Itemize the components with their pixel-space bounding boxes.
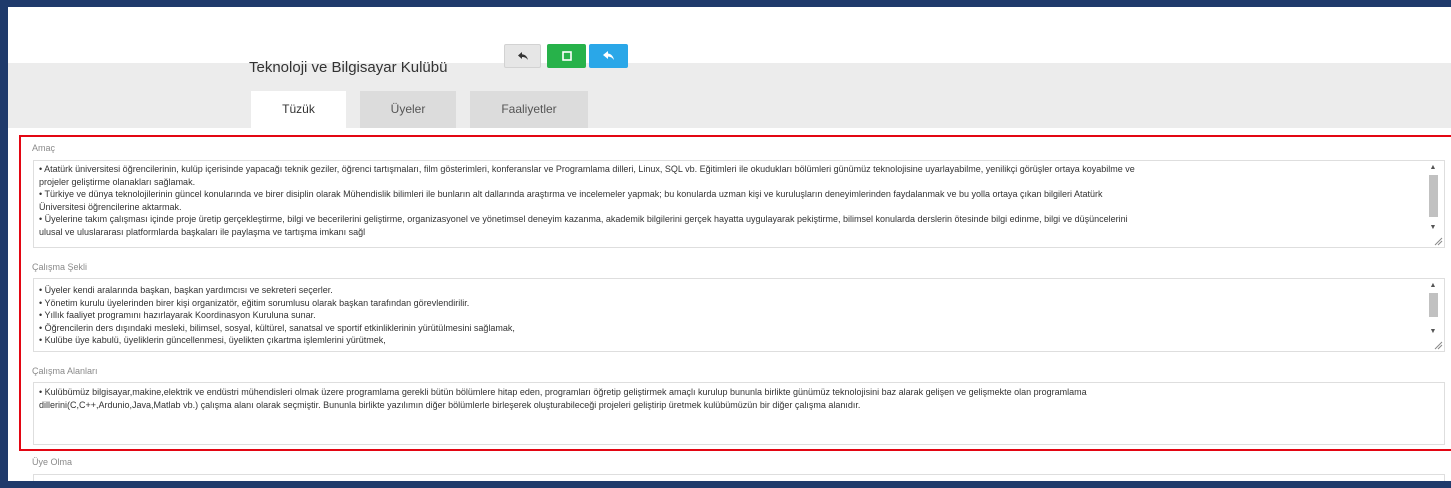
- scroll-down-icon[interactable]: ▼: [1427, 327, 1439, 337]
- calisma-sekli-text: • Üyeler kendi aralarında başkan, başkan…: [34, 279, 1444, 347]
- text-line: • Yönetim kurulu üyelerinden birer kişi …: [39, 297, 470, 308]
- share-arrow-icon: [603, 51, 614, 61]
- tab-faaliyetler[interactable]: Faaliyetler: [470, 91, 588, 128]
- resize-grip-icon[interactable]: [1434, 341, 1443, 350]
- text-line: • Kulübe üye kabulü, üyeliklerin güncell…: [39, 335, 386, 345]
- page: Teknoloji ve Bilgisayar Kulübü Tüzük Üye…: [8, 7, 1451, 481]
- text-line: • Atatürk üniversitesi öğrencilerinin, k…: [39, 164, 1135, 174]
- scroll-thumb[interactable]: [1429, 293, 1438, 317]
- back-button[interactable]: [504, 44, 541, 68]
- scroll-down-icon[interactable]: ▼: [1427, 223, 1439, 233]
- tab-tuzuk[interactable]: Tüzük: [251, 91, 346, 128]
- text-line: Üniversitesi öğrencilerine aktarmak.: [39, 201, 182, 212]
- uye-olma-label: Üye Olma: [32, 457, 73, 467]
- text-line: • Yıllık faaliyet programını hazırlayara…: [39, 310, 316, 320]
- calisma-sekli-textarea[interactable]: • Üyeler kendi aralarında başkan, başkan…: [33, 278, 1445, 352]
- text-line: dillerini(C,C++,Ardunio,Java,Matlab vb.)…: [39, 399, 861, 410]
- calisma-alanlari-text: • Kulübümüz bilgisayar,makine,elektrik v…: [34, 383, 1444, 411]
- text-line: • Üyelerine takım çalışması içinde proje…: [39, 214, 1128, 224]
- amac-textarea[interactable]: • Atatürk üniversitesi öğrencilerinin, k…: [33, 160, 1445, 248]
- calisma-sekli-label: Çalışma Şekli: [32, 262, 88, 272]
- scroll-up-icon[interactable]: ▲: [1427, 281, 1439, 291]
- tuzuk-content: Amaç • Atatürk üniversitesi öğrencilerin…: [8, 128, 1451, 481]
- tab-uyeler[interactable]: Üyeler: [360, 91, 456, 128]
- text-line: • Öğrencilerin ders dışındaki mesleki, b…: [39, 322, 515, 333]
- square-icon: [561, 51, 572, 61]
- resize-grip-icon[interactable]: [1434, 237, 1443, 246]
- calisma-alanlari-textarea[interactable]: • Kulübümüz bilgisayar,makine,elektrik v…: [33, 382, 1445, 445]
- scroll-thumb[interactable]: [1429, 175, 1438, 217]
- text-line: • Kulübümüz bilgisayar,makine,elektrik v…: [39, 387, 1087, 397]
- uye-olma-textarea[interactable]: [33, 474, 1445, 481]
- scrollbar[interactable]: ▲ ▼: [1427, 161, 1439, 247]
- text-line: projeler geliştirme olanakları sağlamak.: [39, 176, 196, 187]
- tab-bar: Tüzük Üyeler Faaliyetler: [8, 91, 1451, 128]
- text-line: ulusal ve uluslararası platformlarda baş…: [39, 226, 366, 237]
- amac-text: • Atatürk üniversitesi öğrencilerinin, k…: [34, 161, 1444, 238]
- amac-label: Amaç: [32, 143, 56, 153]
- scroll-up-icon[interactable]: ▲: [1427, 163, 1439, 173]
- club-title: Teknoloji ve Bilgisayar Kulübü: [249, 59, 448, 76]
- reply-arrow-icon: [517, 52, 528, 60]
- calisma-alanlari-label: Çalışma Alanları: [32, 366, 98, 376]
- square-button[interactable]: [547, 44, 586, 68]
- text-line: • Üyeler kendi aralarında başkan, başkan…: [39, 285, 333, 295]
- share-button[interactable]: [589, 44, 628, 68]
- text-line: • Türkiye ve dünya teknolojilerinin günc…: [39, 189, 1103, 199]
- club-header: Teknoloji ve Bilgisayar Kulübü Tüzük Üye…: [8, 7, 1451, 128]
